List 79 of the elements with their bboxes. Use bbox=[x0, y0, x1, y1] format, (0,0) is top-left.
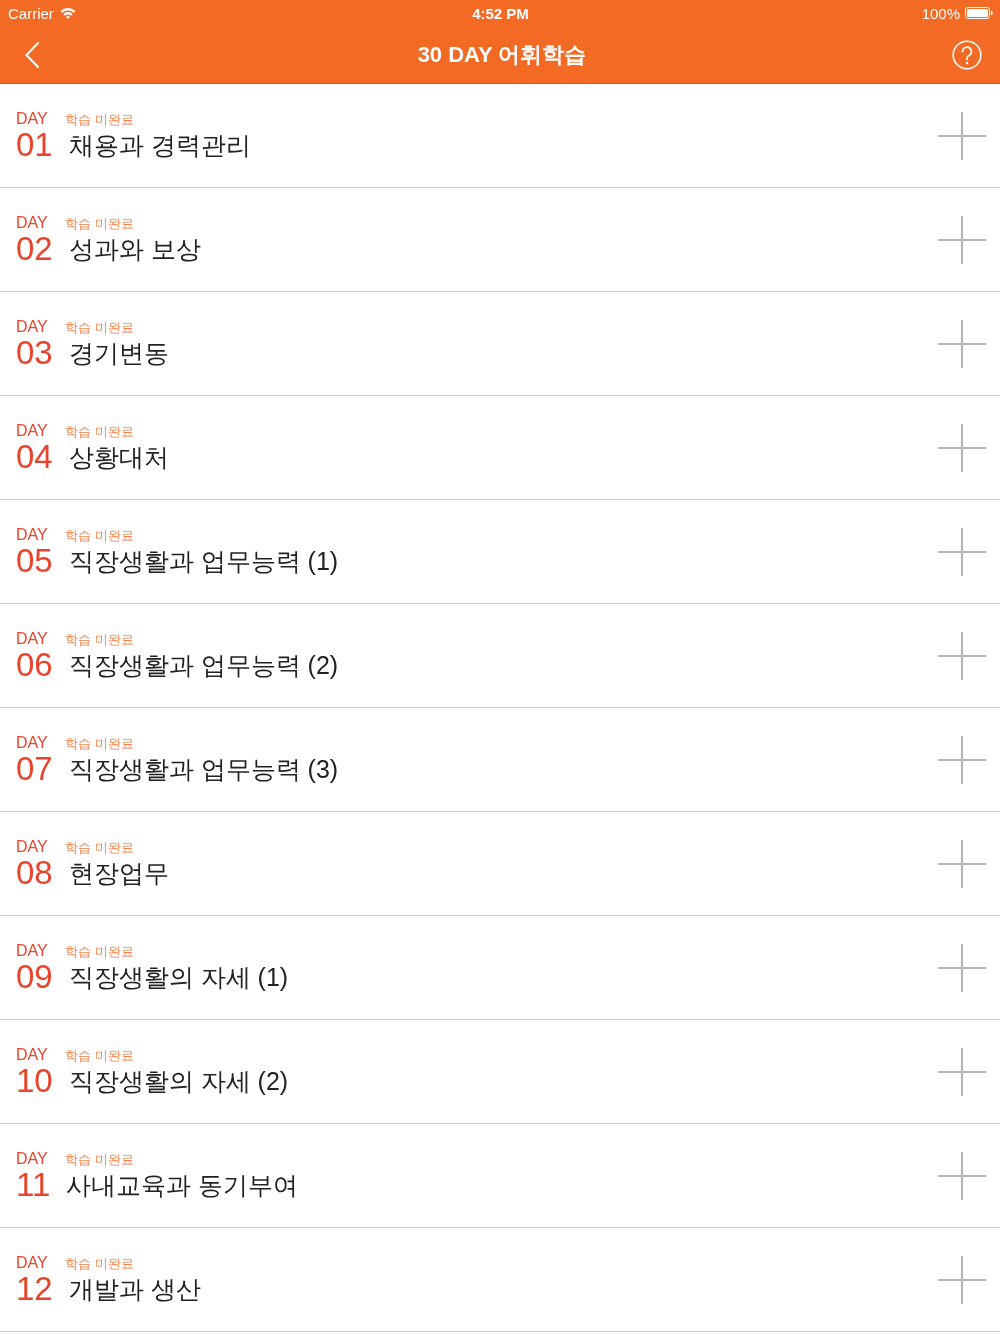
plus-button[interactable] bbox=[938, 111, 986, 160]
study-status: 학습 미완료 bbox=[65, 112, 134, 127]
day-title: 직장생활과 업무능력 (2) bbox=[68, 650, 339, 681]
day-label: DAY bbox=[16, 110, 49, 127]
day-row[interactable]: DAY 학습 미완료 10 직장생활의 자세 (2) bbox=[0, 1020, 1000, 1124]
day-row[interactable]: DAY 학습 미완료 08 현장업무 bbox=[0, 812, 1000, 916]
day-title: 사내교육과 동기부여 bbox=[66, 1170, 299, 1201]
day-title: 상황대처 bbox=[68, 442, 169, 473]
day-label: DAY bbox=[16, 526, 49, 543]
clock-text: 4:52 PM bbox=[472, 4, 529, 22]
study-status: 학습 미완료 bbox=[65, 320, 134, 335]
day-number: 03 bbox=[16, 335, 53, 371]
day-number: 11 bbox=[16, 1167, 51, 1203]
day-label: DAY bbox=[16, 422, 49, 439]
day-label: DAY bbox=[16, 214, 49, 231]
day-row[interactable]: DAY 학습 미완료 11 사내교육과 동기부여 bbox=[0, 1124, 1000, 1228]
day-row[interactable]: DAY 학습 미완료 05 직장생활과 업무능력 (1) bbox=[0, 500, 1000, 604]
day-label: DAY bbox=[16, 1150, 49, 1167]
day-label: DAY bbox=[16, 942, 49, 959]
study-status: 학습 미완료 bbox=[65, 632, 134, 647]
day-label: DAY bbox=[16, 1254, 49, 1271]
day-number: 02 bbox=[16, 231, 53, 267]
day-number: 09 bbox=[16, 959, 53, 995]
day-title: 직장생활의 자세 (1) bbox=[68, 962, 289, 993]
plus-button[interactable] bbox=[938, 735, 986, 784]
day-row[interactable]: DAY 학습 미완료 09 직장생활의 자세 (1) bbox=[0, 916, 1000, 1020]
day-number: 10 bbox=[16, 1063, 53, 1099]
day-number: 06 bbox=[16, 647, 53, 683]
day-label: DAY bbox=[16, 318, 49, 335]
plus-button[interactable] bbox=[938, 215, 986, 264]
day-label: DAY bbox=[16, 630, 49, 647]
day-number: 07 bbox=[16, 751, 53, 787]
study-status: 학습 미완료 bbox=[65, 1256, 134, 1271]
plus-button[interactable] bbox=[938, 839, 986, 888]
day-title: 직장생활과 업무능력 (3) bbox=[68, 754, 339, 785]
day-title: 성과와 보상 bbox=[68, 234, 201, 265]
day-number: 01 bbox=[16, 127, 53, 163]
day-number: 04 bbox=[16, 439, 53, 475]
study-status: 학습 미완료 bbox=[65, 1048, 134, 1063]
day-label: DAY bbox=[16, 734, 49, 751]
day-row[interactable]: DAY 학습 미완료 02 성과와 보상 bbox=[0, 188, 1000, 292]
day-title: 채용과 경력관리 bbox=[68, 130, 251, 161]
day-title: 현장업무 bbox=[68, 858, 169, 889]
help-button[interactable] bbox=[952, 39, 982, 70]
study-status: 학습 미완료 bbox=[65, 424, 134, 439]
carrier-text: Carrier bbox=[8, 4, 54, 22]
study-status: 학습 미완료 bbox=[65, 528, 134, 543]
day-number: 08 bbox=[16, 855, 53, 891]
day-number: 12 bbox=[16, 1271, 53, 1307]
day-row[interactable]: DAY 학습 미완료 12 개발과 생산 bbox=[0, 1228, 1000, 1332]
day-title: 직장생활과 업무능력 (1) bbox=[68, 546, 339, 577]
plus-button[interactable] bbox=[938, 423, 986, 472]
day-row[interactable]: DAY 학습 미완료 06 직장생활과 업무능력 (2) bbox=[0, 604, 1000, 708]
day-label: DAY bbox=[16, 1046, 49, 1063]
day-number: 05 bbox=[16, 543, 53, 579]
day-row[interactable]: DAY 학습 미완료 03 경기변동 bbox=[0, 292, 1000, 396]
battery-percent: 100% bbox=[921, 4, 960, 22]
day-row[interactable]: DAY 학습 미완료 04 상황대처 bbox=[0, 396, 1000, 500]
plus-button[interactable] bbox=[938, 1047, 986, 1096]
page-title: 30 DAY 어휘학습 bbox=[417, 40, 587, 69]
study-status: 학습 미완료 bbox=[65, 840, 134, 855]
day-row[interactable]: DAY 학습 미완료 07 직장생활과 업무능력 (3) bbox=[0, 708, 1000, 812]
day-label: DAY bbox=[16, 838, 49, 855]
wifi-icon bbox=[59, 7, 76, 19]
study-status: 학습 미완료 bbox=[65, 736, 134, 751]
study-status: 학습 미완료 bbox=[65, 944, 134, 959]
day-title: 직장생활의 자세 (2) bbox=[68, 1066, 289, 1097]
study-status: 학습 미완료 bbox=[65, 216, 134, 231]
plus-button[interactable] bbox=[938, 943, 986, 992]
battery-icon bbox=[965, 7, 993, 19]
plus-button[interactable] bbox=[938, 527, 986, 576]
plus-button[interactable] bbox=[938, 1255, 986, 1304]
plus-button[interactable] bbox=[938, 319, 986, 368]
study-status: 학습 미완료 bbox=[65, 1152, 134, 1167]
day-title: 개발과 생산 bbox=[68, 1274, 201, 1305]
day-row[interactable]: DAY 학습 미완료 01 채용과 경력관리 bbox=[0, 84, 1000, 188]
plus-button[interactable] bbox=[938, 1151, 986, 1200]
day-title: 경기변동 bbox=[68, 338, 169, 369]
plus-button[interactable] bbox=[938, 631, 986, 680]
